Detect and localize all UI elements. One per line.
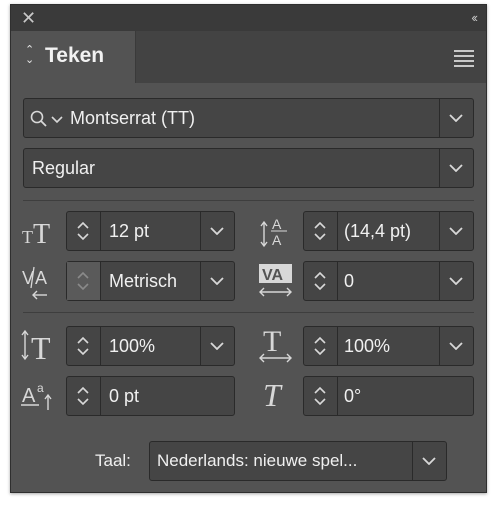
svg-text:A: A xyxy=(272,232,282,248)
svg-text:T: T xyxy=(22,227,33,247)
language-dropdown[interactable] xyxy=(412,442,446,480)
chevron-down-icon xyxy=(449,114,463,122)
stepper-arrows-icon xyxy=(314,336,326,356)
chevron-down-icon xyxy=(210,277,224,285)
kerning-stepper xyxy=(67,262,101,300)
leading-value: (14,4 pt) xyxy=(344,221,412,241)
language-label: Taal: xyxy=(95,451,131,470)
close-icon[interactable]: ✕ xyxy=(21,7,36,29)
svg-text:A: A xyxy=(272,216,282,232)
horizontal-scale-dropdown[interactable] xyxy=(439,327,473,365)
baseline-shift-field[interactable]: 0 pt xyxy=(66,376,235,416)
chevron-down-icon xyxy=(449,342,463,350)
language-select[interactable]: Nederlands: nieuwe spel... xyxy=(149,441,447,481)
font-size-field[interactable]: 12 pt xyxy=(66,211,235,251)
stepper-arrows-icon xyxy=(77,271,89,291)
svg-text:T: T xyxy=(263,377,283,412)
tab-expand-icon: ⌃ ⌄ xyxy=(25,44,35,66)
font-style-value: Regular xyxy=(32,158,96,178)
tracking-value: 0 xyxy=(344,271,355,291)
divider xyxy=(23,312,474,313)
language-value: Nederlands: nieuwe spel... xyxy=(157,451,358,470)
font-size-icon: T T xyxy=(22,219,50,247)
chevron-down-icon xyxy=(422,457,436,465)
hamburger-menu-icon[interactable] xyxy=(454,50,474,70)
character-panel: ✕ ‹‹ ⌃ ⌄ Teken Montserrat (TT) Regular T … xyxy=(10,4,487,493)
chevron-down-icon xyxy=(449,227,463,235)
tracking-stepper[interactable] xyxy=(304,262,338,300)
horizontal-scale-icon: T xyxy=(259,326,292,363)
leading-icon: A A xyxy=(260,216,287,248)
font-family-value: Montserrat (TT) xyxy=(70,108,196,128)
tab-label: Teken xyxy=(45,44,105,67)
font-size-value: 12 pt xyxy=(109,221,150,241)
kerning-dropdown[interactable] xyxy=(200,262,234,300)
font-size-dropdown[interactable] xyxy=(200,212,234,250)
kerning-icon: V A xyxy=(22,266,47,300)
vertical-scale-stepper[interactable] xyxy=(67,327,101,365)
panel-tab-strip: ⌃ ⌄ Teken xyxy=(11,31,486,83)
tracking-dropdown[interactable] xyxy=(439,262,473,300)
search-icon xyxy=(30,110,63,127)
tracking-icon: VA xyxy=(259,264,292,297)
stepper-arrows-icon xyxy=(314,271,326,291)
horizontal-scale-stepper[interactable] xyxy=(304,327,338,365)
stepper-arrows-icon xyxy=(314,221,326,241)
leading-dropdown[interactable] xyxy=(439,212,473,250)
kerning-field[interactable]: Metrisch xyxy=(66,261,235,301)
svg-text:A: A xyxy=(22,385,36,407)
divider xyxy=(23,200,474,201)
horizontal-scale-value: 100% xyxy=(344,336,391,356)
svg-text:T: T xyxy=(33,219,50,247)
vertical-scale-field[interactable]: 100% xyxy=(66,326,235,366)
stepper-arrows-icon xyxy=(77,386,89,406)
tab-teken[interactable]: ⌃ ⌄ Teken xyxy=(11,31,136,83)
font-size-stepper[interactable] xyxy=(67,212,101,250)
font-family-dropdown[interactable] xyxy=(439,99,473,137)
svg-text:T: T xyxy=(31,330,51,362)
stepper-arrows-icon xyxy=(77,336,89,356)
vertical-scale-dropdown[interactable] xyxy=(200,327,234,365)
chevron-down-icon xyxy=(210,227,224,235)
vertical-scale-icon: T xyxy=(21,329,51,362)
skew-value: 0° xyxy=(344,386,362,406)
collapse-panel-icon[interactable]: ‹‹ xyxy=(471,8,478,28)
svg-text:A: A xyxy=(35,268,47,288)
svg-text:VA: VA xyxy=(262,267,283,284)
font-style-field[interactable]: Regular xyxy=(23,148,474,188)
skew-field[interactable]: 0° xyxy=(303,376,474,416)
tracking-field[interactable]: 0 xyxy=(303,261,474,301)
kerning-value: Metrisch xyxy=(109,271,178,291)
baseline-shift-value: 0 pt xyxy=(109,386,140,406)
skew-stepper[interactable] xyxy=(304,377,338,415)
vertical-scale-value: 100% xyxy=(109,336,156,356)
font-style-dropdown[interactable] xyxy=(439,149,473,187)
panel-titlebar: ✕ ‹‹ xyxy=(11,5,486,31)
horizontal-scale-field[interactable]: 100% xyxy=(303,326,474,366)
svg-text:T: T xyxy=(263,326,281,358)
svg-text:a: a xyxy=(37,381,44,395)
stepper-arrows-icon xyxy=(314,386,326,406)
font-family-field[interactable]: Montserrat (TT) xyxy=(23,98,474,138)
chevron-down-icon xyxy=(449,277,463,285)
leading-field[interactable]: (14,4 pt) xyxy=(303,211,474,251)
skew-icon: T xyxy=(263,377,283,412)
baseline-shift-stepper[interactable] xyxy=(67,377,101,415)
stepper-arrows-icon xyxy=(77,221,89,241)
chevron-down-icon xyxy=(210,342,224,350)
leading-stepper[interactable] xyxy=(304,212,338,250)
baseline-shift-icon: A a xyxy=(21,381,52,410)
chevron-down-icon xyxy=(449,164,463,172)
